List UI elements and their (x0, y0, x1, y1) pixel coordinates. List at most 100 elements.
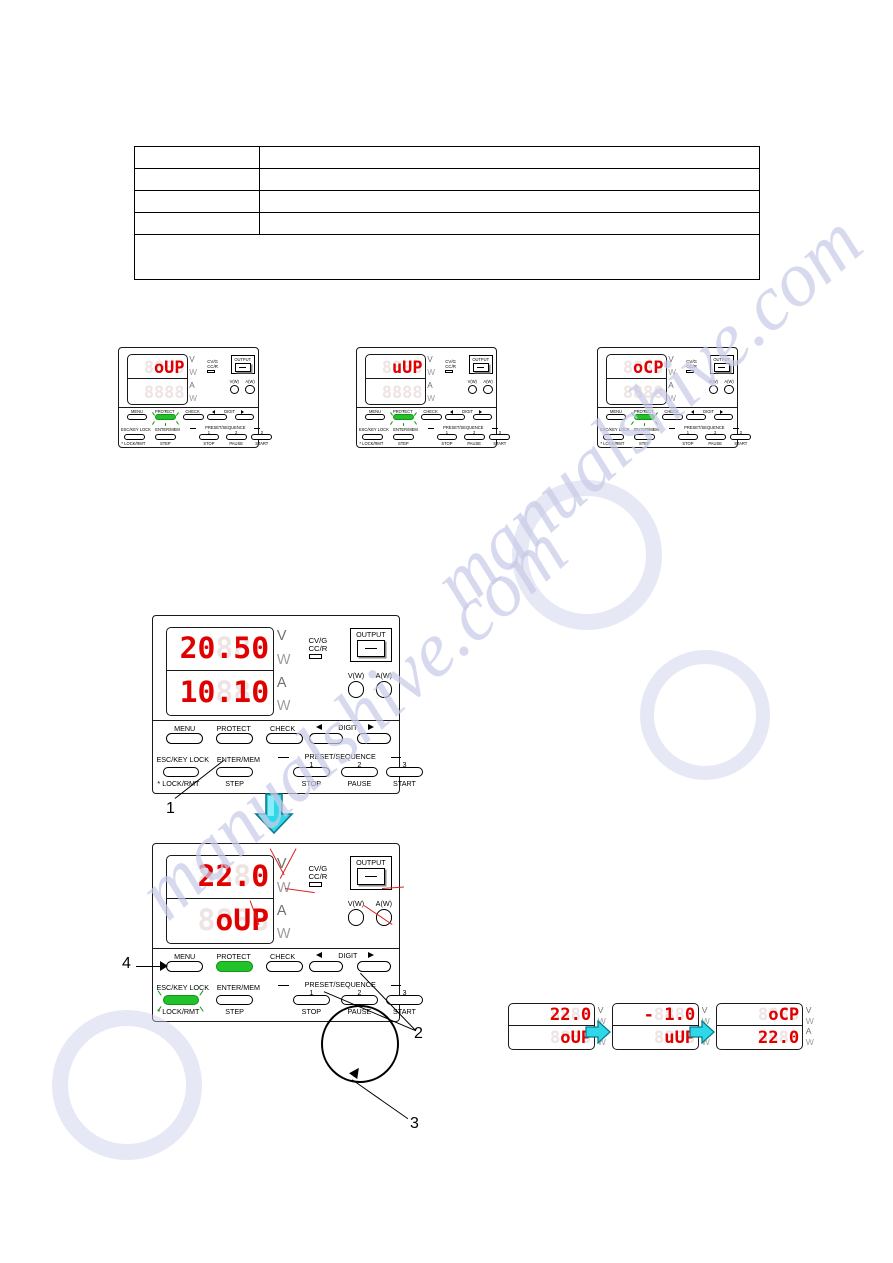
lock-rmt-label: LOCK/RMT (362, 440, 384, 446)
output-button-inner[interactable] (356, 640, 386, 657)
panel-ocp: 8888 oCP 8888 V W A W CV/G CC/R OUTPUT V(W) A(W) MEN… (597, 347, 752, 449)
preset-2-pause-button[interactable] (341, 766, 378, 778)
check-button[interactable] (266, 961, 303, 972)
enter-mem-button[interactable] (216, 994, 253, 1006)
voltage-knob[interactable] (347, 909, 365, 926)
digital-display: 8888 uUP 8888 (364, 354, 426, 405)
check-button[interactable] (183, 414, 204, 421)
digit-right-button[interactable] (234, 414, 255, 421)
check-button[interactable] (266, 733, 303, 744)
output-button[interactable]: OUTPUT (349, 855, 393, 891)
lock-rmt-button[interactable] (603, 433, 625, 440)
lock-rmt-button[interactable] (124, 433, 146, 440)
output-button[interactable]: OUTPUT (349, 627, 393, 663)
menu-button-label: MENU (130, 409, 143, 415)
current-knob[interactable] (483, 385, 493, 395)
digit-left-button[interactable] (686, 414, 706, 421)
callout-leader-3 (351, 1079, 409, 1120)
output-button-inner[interactable] (356, 868, 386, 885)
voltage-knob[interactable] (467, 385, 477, 395)
digit-left-button[interactable] (308, 733, 344, 744)
digit-left-button[interactable] (445, 414, 465, 421)
menu-button[interactable] (166, 733, 203, 744)
current-knob-label: A(W) (375, 670, 393, 680)
check-button-label: CHECK (185, 409, 200, 415)
seq-1: 888822.08888oUPVWAW (508, 1003, 606, 1050)
check-button[interactable] (662, 414, 683, 421)
preset-rule-left (189, 428, 197, 430)
preset-2-pause-button[interactable] (463, 433, 485, 440)
digit-right-button[interactable] (713, 414, 734, 421)
menu-button[interactable] (605, 414, 627, 421)
menu-button[interactable] (166, 961, 203, 972)
preset-1-stop-button[interactable] (436, 433, 458, 440)
display-lit-segments: 22.0 (509, 1004, 594, 1025)
protect-button[interactable] (392, 414, 414, 421)
cc-label: CC/R (308, 644, 328, 654)
voltage-knob-label: V(W) (229, 379, 239, 385)
protect-button[interactable] (154, 414, 176, 421)
digit-right-button[interactable] (472, 414, 493, 421)
menu-button-label: MENU (174, 951, 196, 961)
lock-rmt-button[interactable] (362, 433, 384, 440)
preset-1-stop-button[interactable] (293, 994, 330, 1006)
enter-mem-button[interactable] (633, 433, 655, 440)
digit-right-button[interactable] (356, 961, 392, 972)
enter-mem-button[interactable] (392, 433, 414, 440)
output-button-inner[interactable] (713, 362, 730, 372)
output-button[interactable]: OUTPUT (468, 354, 493, 375)
digit-left-button[interactable] (308, 961, 344, 972)
preset-1-stop-button[interactable] (198, 433, 220, 440)
display-row-current: 8888 oUP (509, 1026, 594, 1048)
triangle-left-icon (690, 409, 694, 414)
current-knob[interactable] (245, 385, 255, 395)
menu-button[interactable] (364, 414, 386, 421)
menu-button[interactable] (126, 414, 148, 421)
cv-cc-indicator: CV/G CC/R (686, 359, 697, 373)
unit-amp-label: A (805, 1026, 812, 1037)
lock-rmt-button[interactable] (162, 994, 200, 1006)
output-button[interactable]: OUTPUT (230, 354, 255, 375)
protect-button[interactable] (216, 733, 253, 744)
check-button[interactable] (421, 414, 442, 421)
output-button-label: OUTPUT (356, 857, 386, 867)
preset-1-stop-button[interactable] (677, 433, 699, 440)
display-row-voltage: 8888 20.50 (167, 628, 273, 672)
output-button-inner[interactable] (472, 362, 489, 372)
check-button-label: CHECK (664, 409, 679, 415)
preset-3-start-button[interactable] (386, 766, 423, 778)
current-knob[interactable] (724, 385, 734, 395)
unit-volt-label: V (189, 354, 195, 364)
enter-mem-button[interactable] (216, 766, 253, 778)
output-button-label: OUTPUT (356, 629, 386, 639)
preset-3-start-button[interactable] (251, 433, 273, 440)
voltage-knob[interactable] (708, 385, 718, 395)
voltage-knob[interactable] (229, 385, 239, 395)
digit-left-button[interactable] (207, 414, 227, 421)
display-row-current: 8888 10.10 (167, 671, 273, 715)
preset-3-start-button[interactable] (489, 433, 511, 440)
output-button-inner[interactable] (234, 362, 251, 372)
preset-1-stop-button[interactable] (293, 766, 330, 778)
stop-button-label: STOP (301, 1007, 322, 1017)
stop-button-label: STOP (682, 440, 694, 446)
start-button-label: START (255, 440, 269, 446)
triangle-right-icon (368, 724, 375, 731)
preset-3-start-button[interactable] (730, 433, 752, 440)
digital-display: 8888 22.0 8888 oUP (508, 1003, 596, 1050)
voltage-knob[interactable] (347, 681, 365, 698)
preset-2-pause-button[interactable] (704, 433, 726, 440)
preset-rule-left (277, 757, 290, 759)
protect-button[interactable] (216, 961, 253, 972)
output-button[interactable]: OUTPUT (709, 354, 734, 375)
current-knob[interactable] (375, 681, 393, 698)
digit-right-button[interactable] (356, 733, 392, 744)
display-lit-segments: 20.50 (167, 628, 273, 671)
preset-2-pause-button[interactable] (225, 433, 247, 440)
voltage-knob-label: V(W) (708, 379, 718, 385)
display-row-current: 8888 uUP (613, 1026, 698, 1048)
enter-mem-button[interactable] (154, 433, 176, 440)
protect-button[interactable] (633, 414, 655, 421)
lock-rmt-button[interactable] (162, 766, 200, 778)
check-button-label: CHECK (270, 723, 296, 733)
